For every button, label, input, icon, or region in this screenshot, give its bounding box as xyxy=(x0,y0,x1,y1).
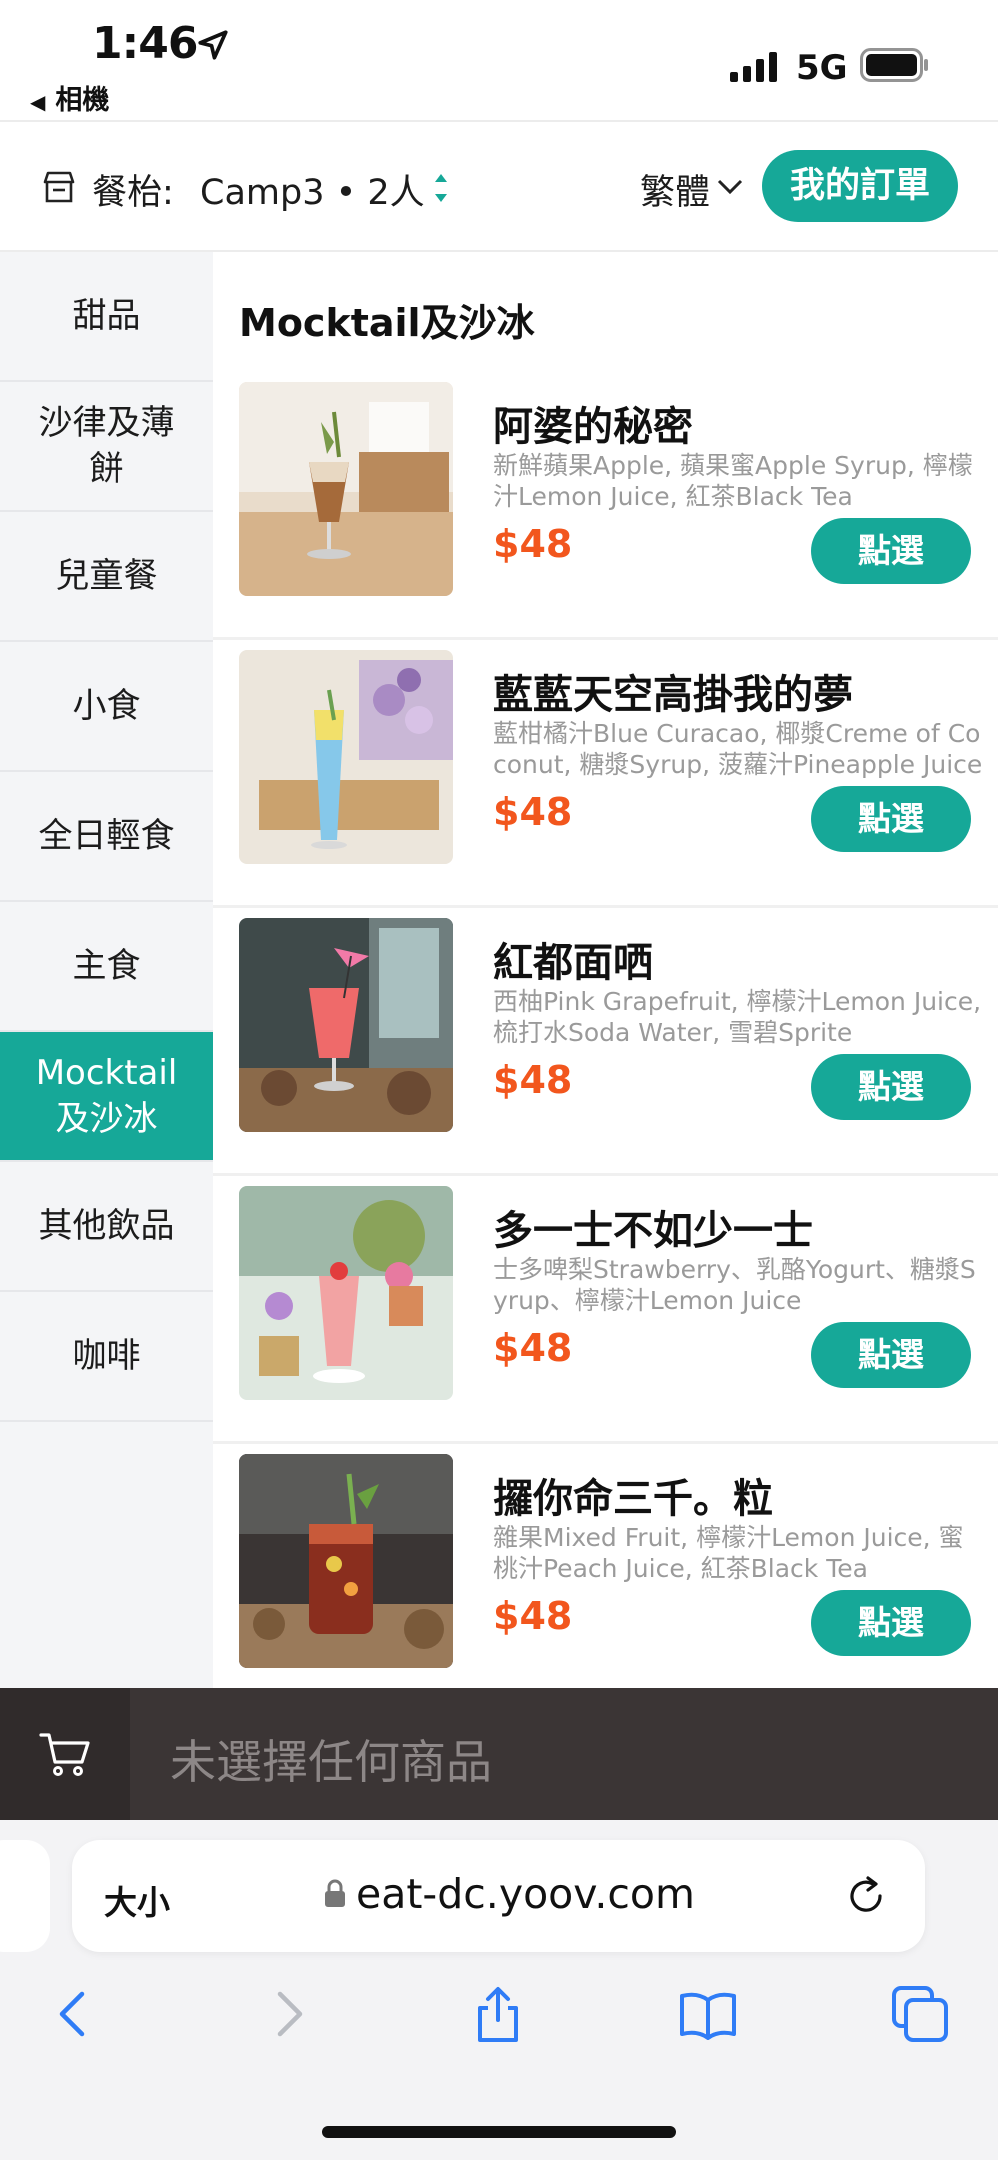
sidebar-item-mains[interactable]: 主食 xyxy=(0,902,213,1032)
product-card: 藍藍天空高掛我的夢 藍柑橘汁Blue Curacao, 椰漿Creme of C… xyxy=(213,640,998,908)
category-sidebar: 甜品 沙律及薄餅 兒童餐 小食 全日輕食 主食 Mocktail及沙冰 其他飲品… xyxy=(0,252,213,1688)
sidebar-item-desserts[interactable]: 甜品 xyxy=(0,252,213,382)
sidebar-item-mocktail-smoothie[interactable]: Mocktail及沙冰 xyxy=(0,1032,213,1162)
forward-icon[interactable] xyxy=(258,1984,318,2044)
product-price: $48 xyxy=(493,790,573,834)
product-image xyxy=(239,1186,453,1400)
shopping-cart-icon xyxy=(39,1733,90,1776)
battery-icon xyxy=(860,48,928,82)
cart-button[interactable] xyxy=(0,1688,130,1820)
chevron-down-icon[interactable] xyxy=(716,178,744,196)
product-name[interactable]: 阿婆的秘密 xyxy=(493,394,693,452)
product-image xyxy=(239,1454,453,1668)
back-triangle-icon: ◀ xyxy=(30,90,46,114)
language-select[interactable]: 繁體 xyxy=(640,164,710,215)
product-price: $48 xyxy=(493,1326,573,1370)
location-arrow-icon xyxy=(198,30,228,60)
bookmarks-icon[interactable] xyxy=(678,1984,738,2044)
product-price: $48 xyxy=(493,1058,573,1102)
url-text[interactable]: eat-dc.yoov.com xyxy=(356,1870,695,1918)
address-bar[interactable]: 大小 eat-dc.yoov.com xyxy=(72,1840,925,1952)
product-image xyxy=(239,918,453,1132)
my-order-button[interactable]: 我的訂單 xyxy=(762,150,958,222)
browser-chrome: 大小 eat-dc.yoov.com xyxy=(0,1820,998,2160)
status-time: 1:46 xyxy=(92,18,198,69)
switch-table-icon[interactable] xyxy=(430,170,452,206)
cart-empty-text: 未選擇任何商品 xyxy=(170,1735,492,1789)
cellular-signal-icon xyxy=(730,52,777,82)
product-description: 士多啤梨Strawberry、乳酪Yogurt、糖漿Syrup、檸檬汁Lemon… xyxy=(493,1255,976,1315)
status-bar: 1:46 ◀ 相機 5G xyxy=(0,0,998,118)
table-label: 餐枱: xyxy=(92,173,174,213)
sidebar-item-salad-pizza[interactable]: 沙律及薄餅 xyxy=(0,382,213,512)
cart-bar[interactable]: 未選擇任何商品 xyxy=(0,1688,998,1820)
sidebar-item-all-day-light-meal[interactable]: 全日輕食 xyxy=(0,772,213,902)
select-button[interactable]: 點選 xyxy=(811,1590,971,1656)
sidebar-item-coffee[interactable]: 咖啡 xyxy=(0,1292,213,1422)
section-title: Mocktail及沙冰 xyxy=(239,301,535,345)
product-name[interactable]: 攞你命三千。粒 xyxy=(493,1466,773,1524)
sidebar-item-kids-meal[interactable]: 兒童餐 xyxy=(0,512,213,642)
store-icon xyxy=(43,171,75,203)
product-card: 攞你命三千。粒 雜果Mixed Fruit, 檸檬汁Lemon Juice, 蜜… xyxy=(213,1444,998,1688)
select-button[interactable]: 點選 xyxy=(811,518,971,584)
network-type: 5G xyxy=(796,48,848,88)
sidebar-item-snacks[interactable]: 小食 xyxy=(0,642,213,772)
product-name[interactable]: 藍藍天空高掛我的夢 xyxy=(493,662,853,720)
product-price: $48 xyxy=(493,522,573,566)
product-card: 多一士不如少一士 士多啤梨Strawberry、乳酪Yogurt、糖漿Syrup… xyxy=(213,1176,998,1444)
product-card: 紅都面哂 西柚Pink Grapefruit, 檸檬汁Lemon Juice, … xyxy=(213,908,998,1176)
table-info[interactable]: Camp3 • 2人 xyxy=(200,164,425,215)
home-indicator xyxy=(322,2126,676,2138)
select-button[interactable]: 點選 xyxy=(811,786,971,852)
product-name[interactable]: 紅都面哂 xyxy=(493,930,653,988)
lock-icon xyxy=(325,1879,345,1907)
product-description: 藍柑橘汁Blue Curacao, 椰漿Creme of Coconut, 糖漿… xyxy=(493,719,983,779)
product-name[interactable]: 多一士不如少一士 xyxy=(493,1198,813,1256)
product-list: Mocktail及沙冰 阿婆的秘密 新鮮蘋果Apple, 蘋果蜜Apple Sy… xyxy=(213,252,998,1688)
product-description: 新鮮蘋果Apple, 蘋果蜜Apple Syrup, 檸檬汁Lemon Juic… xyxy=(493,451,973,511)
select-button[interactable]: 點選 xyxy=(811,1054,971,1120)
tabs-icon[interactable] xyxy=(890,1984,950,2044)
product-description: 西柚Pink Grapefruit, 檸檬汁Lemon Juice, 梳打水So… xyxy=(493,987,982,1047)
back-icon[interactable] xyxy=(44,1984,104,2044)
product-price: $48 xyxy=(493,1594,573,1638)
sidebar-item-other-drinks[interactable]: 其他飲品 xyxy=(0,1162,213,1292)
product-card: 阿婆的秘密 新鮮蘋果Apple, 蘋果蜜Apple Syrup, 檸檬汁Lemo… xyxy=(213,372,998,640)
product-image xyxy=(239,650,453,864)
back-to-camera-link[interactable]: ◀ 相機 xyxy=(30,78,109,117)
text-size-button[interactable]: 大小 xyxy=(104,1876,170,1924)
share-icon[interactable] xyxy=(468,1984,528,2044)
previous-tab-preview[interactable] xyxy=(0,1840,50,1952)
reload-icon[interactable] xyxy=(844,1874,888,1918)
back-label: 相機 xyxy=(55,85,110,116)
product-description: 雜果Mixed Fruit, 檸檬汁Lemon Juice, 蜜桃汁Peach … xyxy=(493,1523,964,1583)
product-image xyxy=(239,382,453,596)
select-button[interactable]: 點選 xyxy=(811,1322,971,1388)
app-header: 餐枱: Camp3 • 2人 繁體 我的訂單 xyxy=(0,120,998,252)
